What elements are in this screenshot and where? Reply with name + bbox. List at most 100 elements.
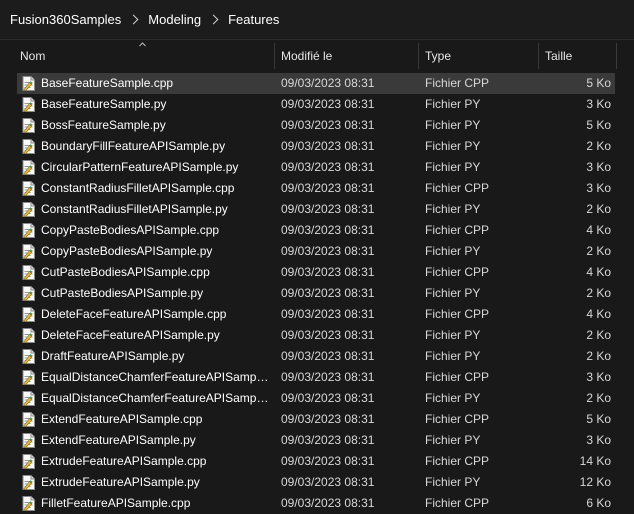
file-row[interactable]: FilletFeatureAPISample.cpp 09/03/2023 08:… (0, 493, 634, 514)
file-size: 2 Ko (586, 391, 611, 405)
breadcrumb-item-modeling[interactable]: Modeling (148, 12, 201, 27)
file-size: 2 Ko (586, 286, 611, 300)
column-header-bar: Nom Modifié le Type Taille (0, 41, 634, 70)
file-type: Fichier PY (425, 286, 481, 300)
file-row[interactable]: DraftFeatureAPISample.py 09/03/2023 08:31… (0, 346, 634, 367)
file-modified-date: 09/03/2023 08:31 (281, 286, 375, 300)
file-size: 3 Ko (586, 97, 611, 111)
file-modified-date: 09/03/2023 08:31 (281, 244, 375, 258)
file-size: 3 Ko (586, 160, 611, 174)
file-row[interactable]: BaseFeatureSample.py 09/03/2023 08:31 Fich… (0, 94, 634, 115)
file-row[interactable]: BoundaryFillFeatureAPISample.py 09/03/202… (0, 136, 634, 157)
code-file-icon (22, 286, 35, 301)
column-header-modified[interactable]: Modifié le (281, 41, 417, 70)
code-file-icon (22, 328, 35, 343)
column-header-size[interactable]: Taille (545, 41, 615, 70)
file-type: Fichier CPP (425, 76, 490, 90)
file-row[interactable]: CircularPatternFeatureAPISample.py 09/03/… (0, 157, 634, 178)
code-file-icon (22, 349, 35, 364)
file-type: Fichier CPP (425, 496, 490, 510)
column-divider[interactable] (274, 43, 275, 69)
code-file-icon (22, 181, 35, 196)
file-type: Fichier PY (425, 328, 481, 342)
file-modified-date: 09/03/2023 08:31 (281, 181, 375, 195)
file-modified-date: 09/03/2023 08:31 (281, 412, 375, 426)
file-modified-date: 09/03/2023 08:31 (281, 202, 375, 216)
file-row[interactable]: ExtendFeatureAPISample.py 09/03/2023 08:3… (0, 430, 634, 451)
file-row[interactable]: CutPasteBodiesAPISample.cpp 09/03/2023 08… (0, 262, 634, 283)
file-size: 2 Ko (586, 139, 611, 153)
file-row[interactable]: EqualDistanceChamferFeatureAPISample... 0… (0, 367, 634, 388)
file-modified-date: 09/03/2023 08:31 (281, 265, 375, 279)
file-row[interactable]: ExtendFeatureAPISample.cpp 09/03/2023 08:… (0, 409, 634, 430)
file-row[interactable]: ConstantRadiusFilletAPISample.py 09/03/20… (0, 199, 634, 220)
file-type: Fichier CPP (425, 307, 490, 321)
column-divider[interactable] (418, 43, 419, 69)
file-name: BaseFeatureSample.py (41, 97, 167, 111)
breadcrumb-item-fusion360samples[interactable]: Fusion360Samples (10, 12, 121, 27)
file-modified-date: 09/03/2023 08:31 (281, 307, 375, 321)
file-row[interactable]: EqualDistanceChamferFeatureAPISample... 0… (0, 388, 634, 409)
breadcrumb-item-features[interactable]: Features (228, 12, 279, 27)
code-file-icon (22, 160, 35, 175)
file-list: BaseFeatureSample.cpp 09/03/2023 08:31 Fic… (0, 73, 634, 514)
file-size: 3 Ko (586, 181, 611, 195)
file-modified-date: 09/03/2023 08:31 (281, 97, 375, 111)
file-modified-date: 09/03/2023 08:31 (281, 433, 375, 447)
file-row[interactable]: DeleteFaceFeatureAPISample.cpp 09/03/2023… (0, 304, 634, 325)
file-name: BossFeatureSample.py (41, 118, 166, 132)
chevron-right-icon (128, 14, 139, 25)
code-file-icon (22, 391, 35, 406)
column-header-name[interactable]: Nom (20, 41, 274, 70)
file-name: BoundaryFillFeatureAPISample.py (41, 139, 226, 153)
file-modified-date: 09/03/2023 08:31 (281, 391, 375, 405)
column-header-type[interactable]: Type (425, 41, 537, 70)
file-row[interactable]: ConstantRadiusFilletAPISample.cpp 09/03/2… (0, 178, 634, 199)
file-name: FilletFeatureAPISample.cpp (41, 496, 191, 510)
file-row[interactable]: ExtrudeFeatureAPISample.cpp 09/03/2023 08… (0, 451, 634, 472)
file-type: Fichier PY (425, 202, 481, 216)
file-row[interactable]: ExtrudeFeatureAPISample.py 09/03/2023 08:… (0, 472, 634, 493)
code-file-icon (22, 76, 35, 91)
file-name: CircularPatternFeatureAPISample.py (41, 160, 239, 174)
file-name: BaseFeatureSample.cpp (41, 76, 174, 90)
code-file-icon (22, 475, 35, 490)
file-name: CutPasteBodiesAPISample.cpp (41, 265, 210, 279)
file-size: 2 Ko (586, 328, 611, 342)
file-modified-date: 09/03/2023 08:31 (281, 160, 375, 174)
file-modified-date: 09/03/2023 08:31 (281, 370, 375, 384)
file-type: Fichier PY (425, 160, 481, 174)
file-type: Fichier PY (425, 97, 481, 111)
file-name: ExtendFeatureAPISample.cpp (41, 412, 203, 426)
file-type: Fichier CPP (425, 265, 490, 279)
file-size: 5 Ko (586, 76, 611, 90)
code-file-icon (22, 433, 35, 448)
code-file-icon (22, 496, 35, 511)
file-modified-date: 09/03/2023 08:31 (281, 139, 375, 153)
file-row[interactable]: CutPasteBodiesAPISample.py 09/03/2023 08:… (0, 283, 634, 304)
file-name: EqualDistanceChamferFeatureAPISample... (41, 391, 269, 405)
file-row[interactable]: BossFeatureSample.py 09/03/2023 08:31 Fich… (0, 115, 634, 136)
breadcrumb: Fusion360Samples Modeling Features (0, 0, 634, 40)
file-row[interactable]: CopyPasteBodiesAPISample.cpp 09/03/2023 0… (0, 220, 634, 241)
column-divider[interactable] (538, 43, 539, 69)
file-name: DeleteFaceFeatureAPISample.py (41, 328, 220, 342)
file-type: Fichier PY (425, 118, 481, 132)
file-row[interactable]: CopyPasteBodiesAPISample.py 09/03/2023 08… (0, 241, 634, 262)
file-type: Fichier PY (425, 349, 481, 363)
file-row[interactable]: DeleteFaceFeatureAPISample.py 09/03/2023 … (0, 325, 634, 346)
file-size: 3 Ko (586, 433, 611, 447)
code-file-icon (22, 307, 35, 322)
file-modified-date: 09/03/2023 08:31 (281, 349, 375, 363)
file-size: 14 Ko (579, 454, 611, 468)
code-file-icon (22, 118, 35, 133)
column-divider[interactable] (616, 43, 617, 69)
file-modified-date: 09/03/2023 08:31 (281, 76, 375, 90)
file-name: ExtendFeatureAPISample.py (41, 433, 196, 447)
code-file-icon (22, 244, 35, 259)
file-modified-date: 09/03/2023 08:31 (281, 496, 375, 510)
file-type: Fichier PY (425, 244, 481, 258)
file-row[interactable]: BaseFeatureSample.cpp 09/03/2023 08:31 Fic… (0, 73, 634, 94)
file-size: 2 Ko (586, 244, 611, 258)
file-type: Fichier PY (425, 433, 481, 447)
